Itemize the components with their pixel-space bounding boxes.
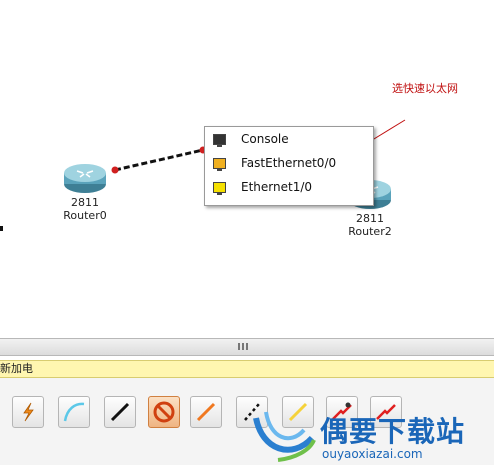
watermark-logo: 偶要下载站 ouyaoxiazai.com — [248, 398, 494, 465]
router0-device[interactable]: 2811 Router0 — [60, 160, 110, 222]
offscreen-cable-stub — [0, 226, 3, 231]
device-model: 2811 — [356, 212, 384, 225]
menu-item-console[interactable]: Console — [205, 127, 373, 151]
copper-cross-over-icon — [153, 401, 175, 423]
link-endpoint-router0 — [111, 166, 119, 174]
device-category-label: 新加电 — [0, 360, 494, 378]
port-selection-menu[interactable]: Console FastEthernet0/0 Ethernet1/0 — [204, 126, 374, 206]
console-port-icon — [213, 133, 226, 147]
tool-copper-cross-over[interactable] — [148, 396, 180, 428]
copper-straight-through-icon — [110, 402, 130, 422]
menu-item-label: Ethernet1/0 — [241, 180, 313, 194]
router-icon — [64, 164, 106, 193]
splitter-grip-icon[interactable] — [238, 343, 248, 350]
menu-item-label: Console — [241, 132, 289, 146]
watermark-url: ouyaoxiazai.com — [322, 447, 423, 461]
annotation-text: 选快速以太网 — [392, 82, 458, 95]
fastethernet-port-icon — [213, 157, 226, 171]
device-name: Router0 — [63, 209, 107, 222]
fiber-cable-icon — [196, 402, 216, 422]
panel-splitter[interactable] — [0, 338, 494, 356]
menu-item-fastethernet0-0[interactable]: FastEthernet0/0 — [205, 151, 373, 175]
tool-fiber-cable[interactable] — [190, 396, 222, 428]
tool-automatic-connection[interactable] — [12, 396, 44, 428]
automatic-connection-icon — [23, 402, 34, 422]
watermark-swoosh-icon — [253, 411, 316, 462]
device-model: 2811 — [71, 196, 99, 209]
tool-copper-straight-through[interactable] — [104, 396, 136, 428]
watermark-title: 偶要下载站 — [320, 415, 466, 448]
cable-in-progress — [114, 148, 204, 172]
tool-console-cable[interactable] — [58, 396, 90, 428]
menu-item-label: FastEthernet0/0 — [241, 156, 337, 170]
ethernet-port-icon — [213, 181, 226, 195]
console-cable-icon — [63, 402, 85, 422]
logical-workspace[interactable]: 2811 Router0 2811 Router2 选快速以太网 Console… — [0, 0, 494, 338]
menu-item-ethernet1-0[interactable]: Ethernet1/0 — [205, 175, 373, 199]
device-name: Router2 — [348, 225, 392, 238]
